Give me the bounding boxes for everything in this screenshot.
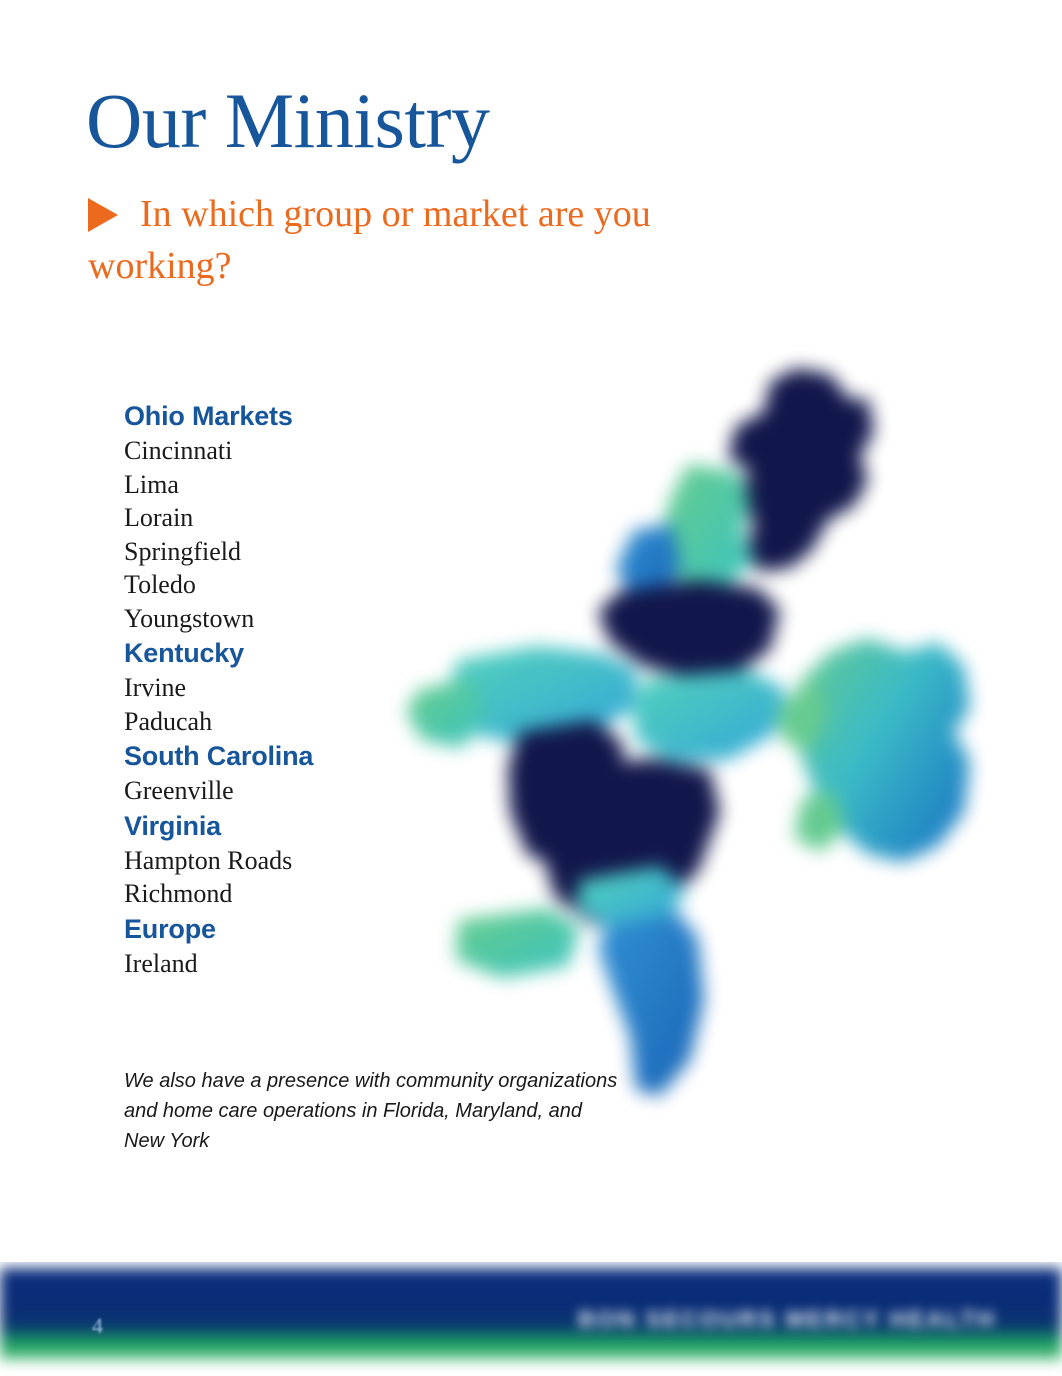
markets-group-header-kentucky: Kentucky xyxy=(124,638,244,668)
footer-green-accent xyxy=(0,1332,1062,1360)
page-subtitle-text: In which group or market are you working… xyxy=(88,193,651,287)
triangle-right-icon xyxy=(88,198,118,232)
market-item: Toledo xyxy=(124,570,196,599)
market-item: Youngstown xyxy=(124,603,255,633)
markets-group-header-europe: Europe xyxy=(124,913,216,944)
market-item: Cincinnati xyxy=(124,436,233,465)
market-item: Ireland xyxy=(124,948,198,978)
market-item: Springfield xyxy=(124,536,241,566)
markets-group-header-virginia: Virginia xyxy=(124,810,221,841)
markets-group-header-ohio: Ohio Markets xyxy=(124,401,293,431)
page-title: Our Ministry xyxy=(86,77,490,164)
market-item: Greenville xyxy=(124,776,234,805)
market-item: Lima xyxy=(124,469,179,499)
map-region-navy-midatlantic xyxy=(598,580,780,678)
market-item: Paducah xyxy=(124,706,213,736)
map-region-green-gulf xyxy=(456,908,580,978)
eastern-us-and-ireland-map xyxy=(398,360,1008,1110)
market-item: Hampton Roads xyxy=(124,845,293,875)
map-region-blue-florida xyxy=(598,908,704,1096)
map-region-navy-northeast xyxy=(728,368,874,572)
market-item: Richmond xyxy=(124,879,233,908)
slide-page: Our Ministry In which group or market ar… xyxy=(0,0,1062,1376)
market-item: Irvine xyxy=(124,673,187,702)
map-region-green-west xyxy=(406,678,488,748)
market-item: Lorain xyxy=(124,503,194,532)
page-subtitle: In which group or market are you working… xyxy=(88,188,688,292)
map-region-teal-carolinas xyxy=(632,670,786,762)
footer-logo-wordmark: BON SECOURS MERCY HEALTH xyxy=(578,1306,997,1332)
page-number: 4 xyxy=(92,1313,103,1338)
markets-list: Ohio Markets Cincinnati Lima Lorain Spri… xyxy=(124,398,424,980)
markets-group-header-south-carolina: South Carolina xyxy=(124,741,314,771)
